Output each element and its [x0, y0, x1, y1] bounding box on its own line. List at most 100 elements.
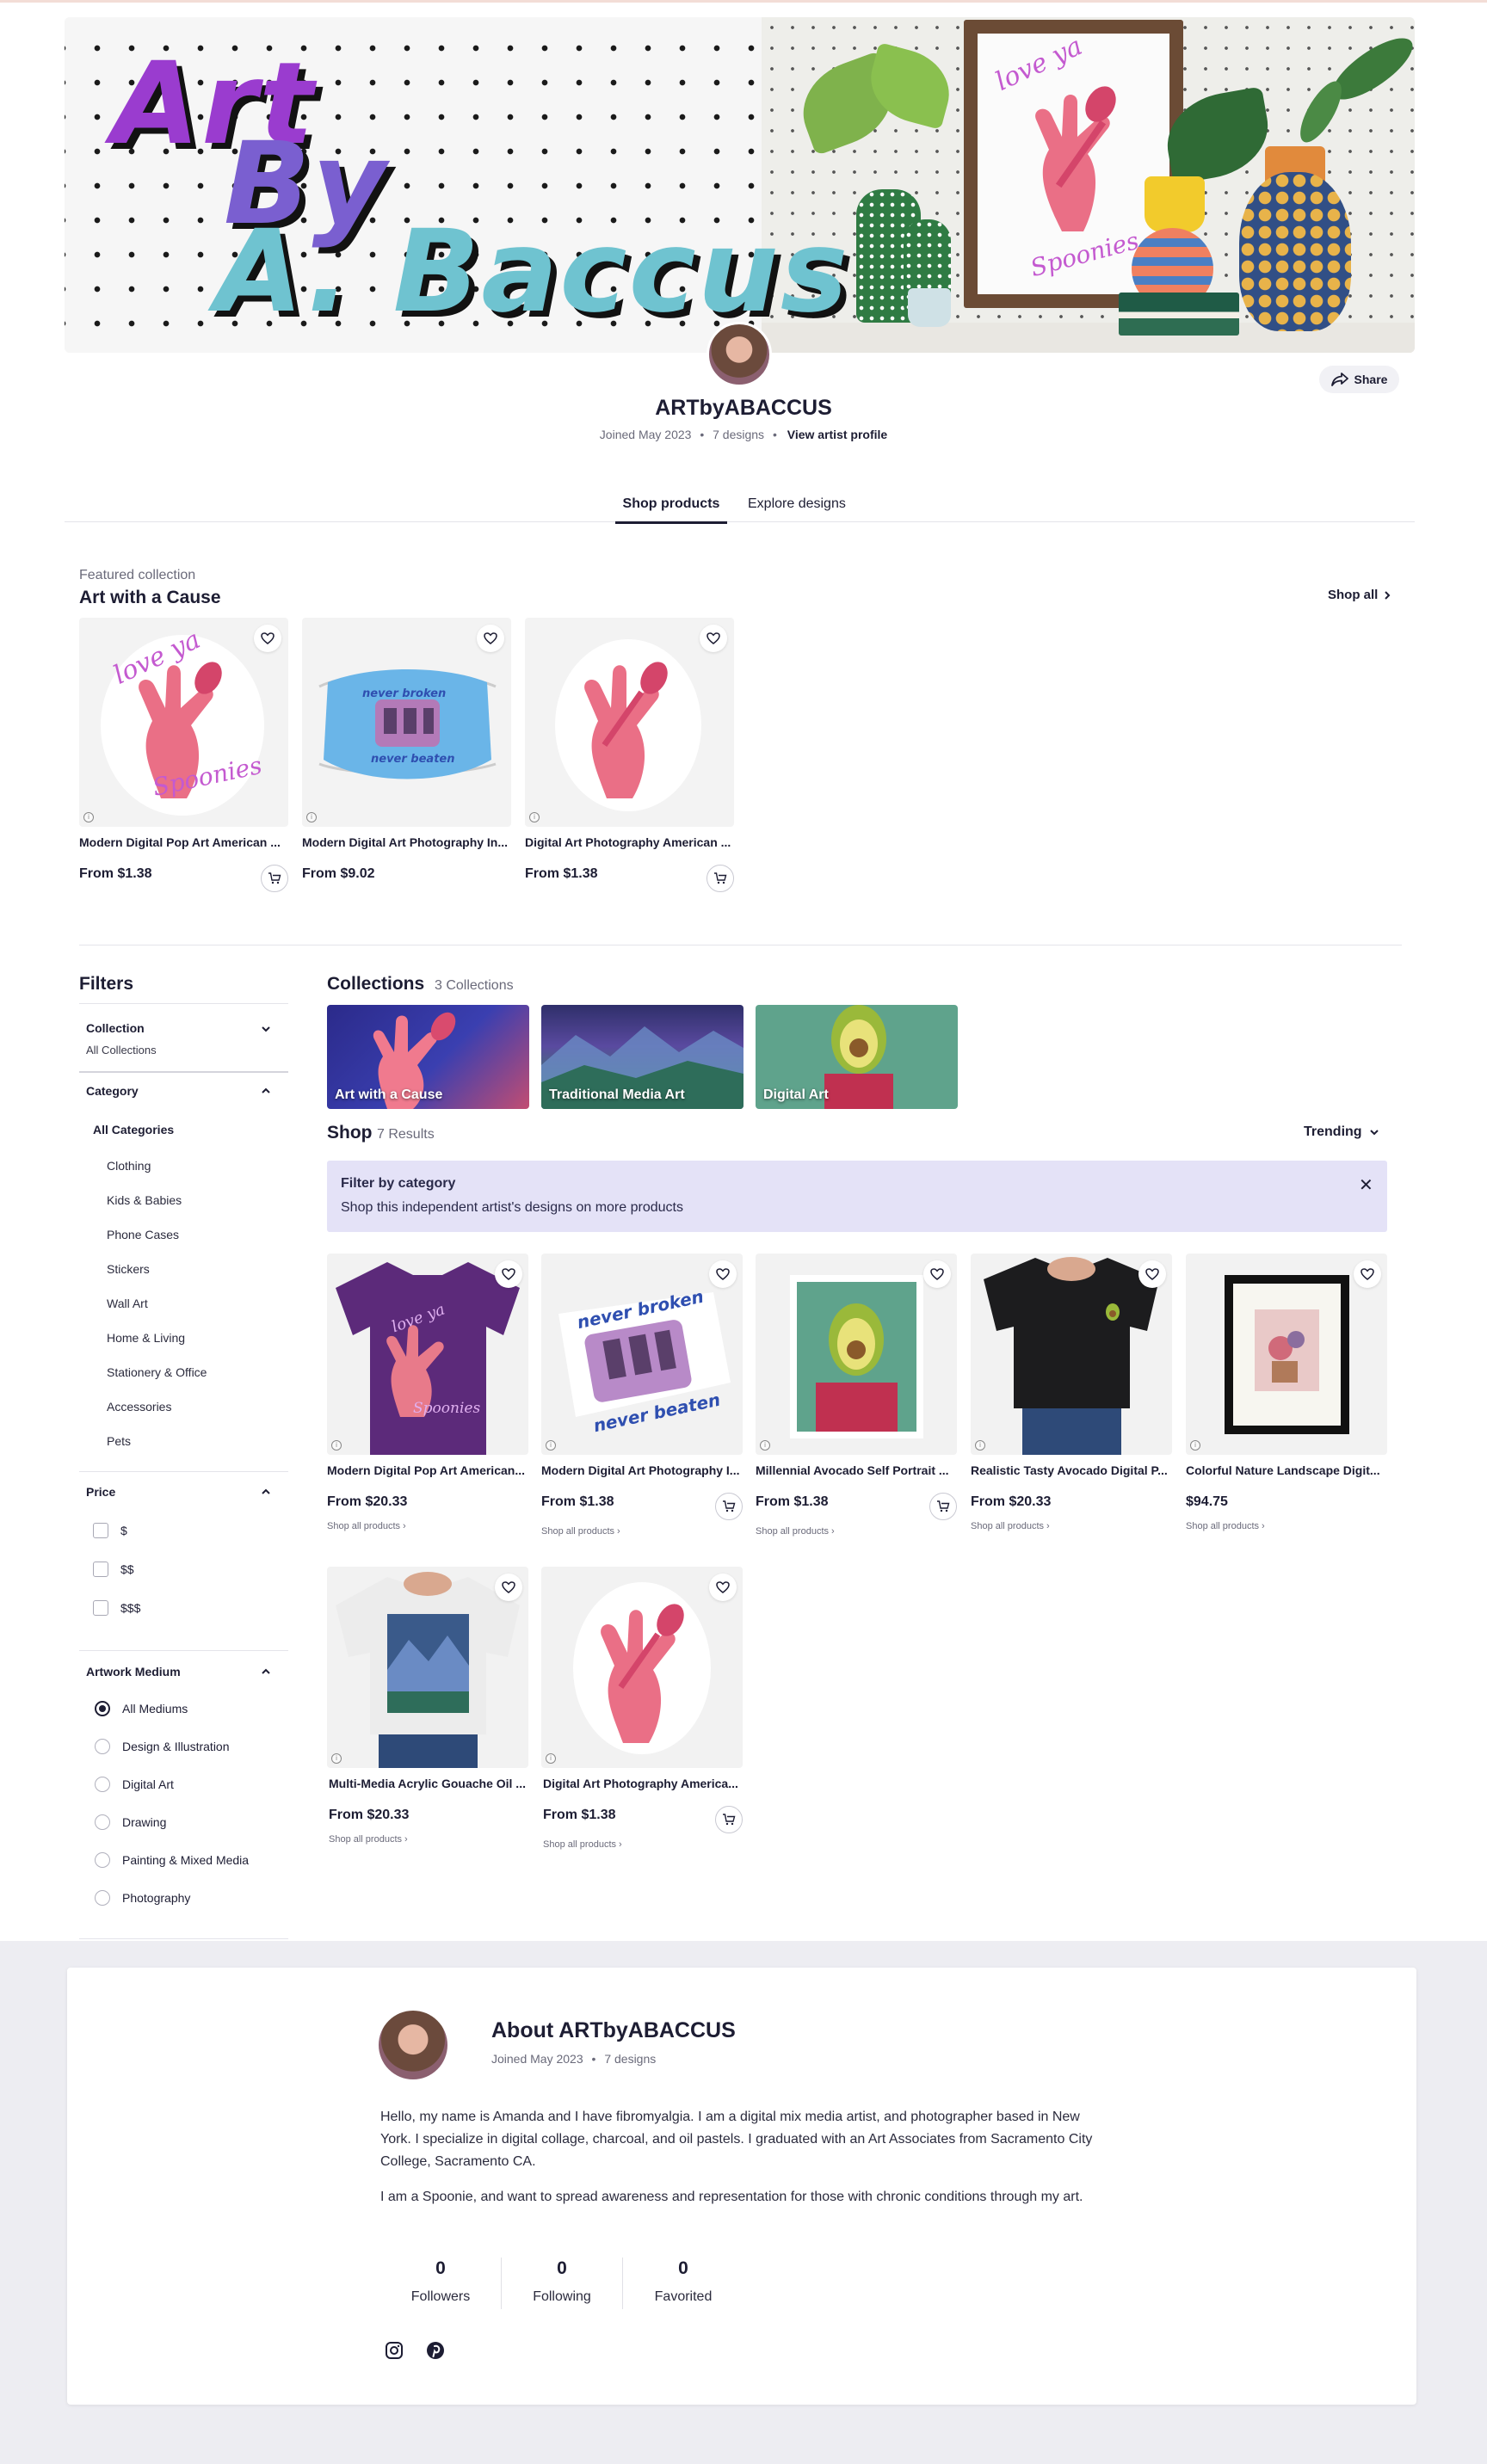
favorite-button[interactable] [700, 625, 727, 652]
category-item[interactable]: Clothing [107, 1159, 151, 1173]
medium-radio[interactable] [95, 1701, 110, 1716]
info-icon[interactable]: i [546, 1440, 556, 1451]
product-title[interactable]: Modern Digital Art Photography I... [541, 1463, 743, 1477]
view-artist-profile-link[interactable]: View artist profile [787, 428, 887, 441]
info-icon[interactable]: i [331, 1440, 342, 1451]
favorite-button[interactable] [923, 1260, 951, 1288]
product-card[interactable]: i Digital Art Photography America... Fro… [541, 1567, 743, 1851]
product-image[interactable]: love ya Spoonies i [79, 618, 288, 827]
add-to-cart-button[interactable] [706, 865, 734, 892]
featured-product-card[interactable]: i Digital Art Photography American ... F… [525, 618, 734, 893]
chevron-up-icon[interactable] [260, 1085, 272, 1097]
price-checkbox[interactable] [93, 1562, 108, 1577]
info-icon[interactable]: i [306, 812, 317, 822]
shop-all-products-link[interactable]: Shop all products › [329, 1834, 408, 1845]
favorite-button[interactable] [1138, 1260, 1166, 1288]
category-item[interactable]: Kids & Babies [107, 1193, 182, 1207]
filter-medium-toggle[interactable]: Artwork Medium [86, 1665, 181, 1679]
favorite-button[interactable] [254, 625, 281, 652]
category-item[interactable]: Wall Art [107, 1297, 148, 1310]
shop-all-products-link[interactable]: Shop all products › [327, 1521, 406, 1531]
product-title[interactable]: Modern Digital Pop Art American ... [79, 835, 288, 849]
product-image[interactable]: i [971, 1254, 1172, 1455]
featured-product-card[interactable]: love ya Spoonies i Modern Digital Pop Ar… [79, 618, 288, 893]
product-title[interactable]: Modern Digital Art Photography In... [302, 835, 511, 849]
category-item[interactable]: Home & Living [107, 1331, 185, 1345]
favorite-button[interactable] [477, 625, 504, 652]
product-card[interactable]: i Multi-Media Acrylic Gouache Oil ... Fr… [327, 1567, 528, 1851]
favorite-button[interactable] [709, 1260, 737, 1288]
medium-radio[interactable] [95, 1890, 110, 1906]
shop-all-products-link[interactable]: Shop all products › [971, 1521, 1050, 1531]
filter-category-toggle[interactable]: Category [86, 1084, 139, 1098]
product-image[interactable]: love ya Spoonies i [327, 1254, 528, 1455]
category-item[interactable]: Stationery & Office [107, 1365, 207, 1379]
product-title[interactable]: Digital Art Photography American ... [525, 835, 734, 849]
info-icon[interactable]: i [975, 1440, 985, 1451]
chevron-down-icon[interactable] [260, 1023, 272, 1035]
product-image[interactable]: never broken never beaten i [541, 1254, 743, 1455]
add-to-cart-button[interactable] [261, 865, 288, 892]
favorite-button[interactable] [495, 1260, 522, 1288]
product-title[interactable]: Digital Art Photography America... [543, 1777, 743, 1790]
featured-product-card[interactable]: never broken never beaten i Modern Digit… [302, 618, 511, 893]
medium-option[interactable]: Photography [122, 1891, 190, 1905]
product-card[interactable]: never broken never beaten i Modern Digit… [541, 1254, 743, 1537]
price-checkbox[interactable] [93, 1523, 108, 1538]
product-card[interactable]: love ya Spoonies i Modern Digital Pop Ar… [327, 1254, 528, 1537]
add-to-cart-button[interactable] [929, 1493, 957, 1520]
medium-option[interactable]: Drawing [122, 1815, 166, 1829]
close-icon[interactable]: ✕ [1359, 1174, 1373, 1196]
medium-radio[interactable] [95, 1814, 110, 1830]
product-title[interactable]: Millennial Avocado Self Portrait ... [756, 1463, 957, 1477]
shop-all-products-link[interactable]: Shop all products › [1186, 1521, 1265, 1531]
product-title[interactable]: Multi-Media Acrylic Gouache Oil ... [329, 1777, 528, 1790]
info-icon[interactable]: i [1190, 1440, 1200, 1451]
add-to-cart-button[interactable] [715, 1493, 743, 1520]
product-card[interactable]: i Colorful Nature Landscape Digit... $94… [1186, 1254, 1387, 1537]
product-card[interactable]: i Millennial Avocado Self Portrait ... F… [756, 1254, 957, 1537]
product-image[interactable]: i [525, 618, 734, 827]
tab-explore-designs[interactable]: Explore designs [748, 496, 846, 521]
favorite-button[interactable] [1354, 1260, 1381, 1288]
medium-radio[interactable] [95, 1739, 110, 1754]
filter-by-category-banner[interactable]: Filter by category Shop this independent… [327, 1161, 1387, 1232]
favorite-button[interactable] [709, 1574, 737, 1601]
category-item[interactable]: Pets [107, 1434, 131, 1448]
category-item[interactable]: Phone Cases [107, 1228, 179, 1241]
add-to-cart-button[interactable] [715, 1806, 743, 1833]
instagram-link[interactable] [382, 2338, 406, 2362]
product-image[interactable]: never broken never beaten i [302, 618, 511, 827]
product-title[interactable]: Colorful Nature Landscape Digit... [1186, 1463, 1387, 1477]
product-title[interactable]: Modern Digital Pop Art American... [327, 1463, 528, 1477]
stat-followers[interactable]: 0 Followers [380, 2258, 501, 2305]
price-option[interactable]: $$$ [120, 1601, 140, 1615]
chevron-up-icon[interactable] [260, 1486, 272, 1498]
price-option[interactable]: $$ [120, 1562, 134, 1576]
collection-tile[interactable]: Art with a Cause [327, 1005, 529, 1109]
pinterest-link[interactable] [423, 2338, 447, 2362]
product-image[interactable]: i [327, 1567, 528, 1768]
share-button[interactable]: Share [1319, 366, 1399, 393]
medium-radio[interactable] [95, 1852, 110, 1868]
product-image[interactable]: i [756, 1254, 957, 1455]
product-image[interactable]: i [541, 1567, 743, 1768]
product-image[interactable]: i [1186, 1254, 1387, 1455]
info-icon[interactable]: i [760, 1440, 770, 1451]
tab-shop-products[interactable]: Shop products [615, 496, 727, 524]
product-title[interactable]: Realistic Tasty Avocado Digital P... [971, 1463, 1172, 1477]
shop-all-products-link[interactable]: Shop all products › [543, 1839, 622, 1850]
info-icon[interactable]: i [331, 1753, 342, 1764]
price-checkbox[interactable] [93, 1600, 108, 1616]
avatar[interactable] [706, 322, 772, 387]
medium-option[interactable]: Design & Illustration [122, 1740, 230, 1753]
medium-option[interactable]: Digital Art [122, 1777, 174, 1791]
sort-dropdown[interactable]: Trending [1304, 1124, 1379, 1140]
shop-all-products-link[interactable]: Shop all products › [756, 1526, 835, 1537]
shop-all-products-link[interactable]: Shop all products › [541, 1526, 620, 1537]
medium-option[interactable]: All Mediums [122, 1702, 188, 1716]
category-item[interactable]: Stickers [107, 1262, 150, 1276]
stat-following[interactable]: 0 Following [502, 2258, 622, 2305]
info-icon[interactable]: i [529, 812, 540, 822]
medium-radio[interactable] [95, 1777, 110, 1792]
